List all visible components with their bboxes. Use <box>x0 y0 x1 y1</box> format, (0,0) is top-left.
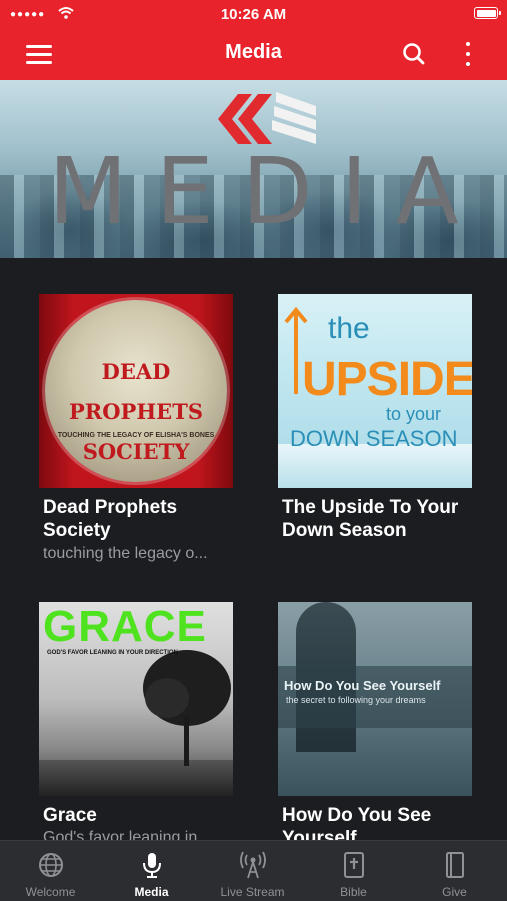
media-card-dead-prophets-society[interactable]: DEAD PROPHETS SOCIETY TOUCHING THE LEGAC… <box>39 294 233 564</box>
art-title: DEAD PROPHETS SOCIETY <box>69 359 203 464</box>
battery-icon <box>474 7 501 19</box>
banner-title: MEDIA <box>48 138 487 245</box>
art-line-down-season: DOWN SEASON <box>290 426 458 451</box>
card-title: Grace <box>43 805 97 826</box>
media-banner: MEDIA <box>0 80 507 258</box>
search-button[interactable] <box>400 40 428 68</box>
media-card-grace[interactable]: GRACE GOD'S FAVOR LEANING IN YOUR DIRECT… <box>39 602 233 846</box>
art-subtitle: GOD'S FAVOR LEANING IN YOUR DIRECTION <box>47 650 178 656</box>
tab-welcome[interactable]: Welcome <box>0 841 101 901</box>
card-thumbnail: the UPSIDE to your DOWN SEASON <box>278 294 472 488</box>
art-line-the: the <box>328 312 370 345</box>
card-title: Dead Prophets Society <box>43 497 178 541</box>
page-title: Media <box>225 41 282 63</box>
give-icon <box>446 852 464 878</box>
tab-label: Live Stream <box>220 885 285 899</box>
art-title: How Do You See Yourself <box>284 678 441 693</box>
bible-icon <box>344 852 364 878</box>
media-card-the-upside[interactable]: the UPSIDE to your DOWN SEASON The Upsid… <box>278 294 472 564</box>
card-thumbnail: GRACE GOD'S FAVOR LEANING IN YOUR DIRECT… <box>39 602 233 796</box>
tab-label: Media <box>134 885 169 899</box>
tab-label: Give <box>442 885 467 899</box>
tree-icon <box>143 650 231 766</box>
more-options-button[interactable] <box>456 38 480 70</box>
card-subtitle: touching the legacy o... <box>43 545 208 562</box>
art-line-to-your: to your <box>386 404 442 424</box>
bottom-tab-bar: Welcome Media Live Stream Bible Give <box>0 840 507 901</box>
art-subtitle: the secret to following your dreams <box>286 695 426 705</box>
tab-live-stream[interactable]: Live Stream <box>202 841 303 901</box>
art-line-upside: UPSIDE <box>302 353 472 406</box>
tab-give[interactable]: Give <box>404 841 505 901</box>
art-title: GRACE <box>43 602 207 651</box>
card-thumbnail: How Do You See Yourself the secret to fo… <box>278 602 472 796</box>
globe-icon <box>39 853 63 877</box>
microphone-icon <box>143 853 161 878</box>
tab-label: Bible <box>340 885 367 899</box>
search-icon <box>403 43 425 65</box>
card-title: The Upside To Your Down Season <box>282 497 459 541</box>
art-subtitle: TOUCHING THE LEGACY OF ELISHA'S BONES <box>57 432 215 439</box>
broadcast-icon <box>240 851 266 879</box>
tab-label: Welcome <box>25 885 76 899</box>
status-bar: ●●●●● 10:26 AM <box>0 0 507 28</box>
status-time: 10:26 AM <box>220 6 287 23</box>
tab-bible[interactable]: Bible <box>303 841 404 901</box>
tab-media[interactable]: Media <box>101 841 202 901</box>
app-bar: Media <box>0 28 507 80</box>
media-card-how-do-you-see-yourself[interactable]: How Do You See Yourself the secret to fo… <box>278 602 472 849</box>
card-thumbnail: DEAD PROPHETS SOCIETY TOUCHING THE LEGAC… <box>39 294 233 488</box>
